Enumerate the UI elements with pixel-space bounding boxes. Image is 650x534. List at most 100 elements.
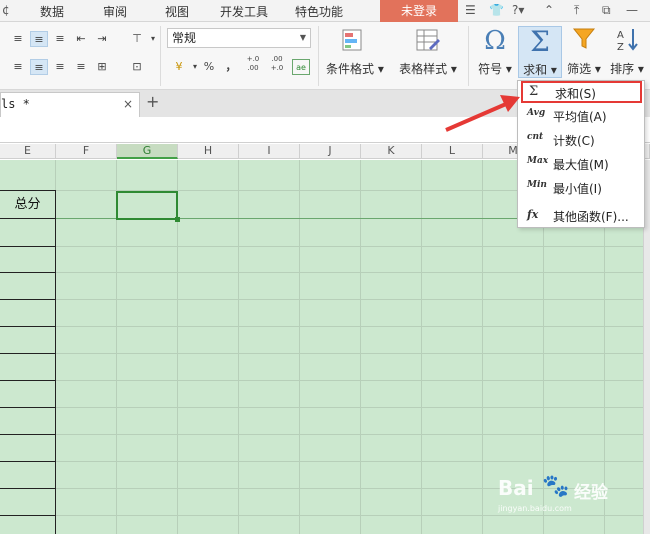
align-left-icon[interactable]: ≡ xyxy=(9,59,27,75)
grid-row-line xyxy=(0,272,650,273)
menu-review[interactable]: 审阅 xyxy=(103,3,127,20)
align-center-icon[interactable]: ≡ xyxy=(30,59,48,75)
active-cell-g[interactable] xyxy=(116,191,180,222)
menu-view[interactable]: 视图 xyxy=(165,3,189,20)
table-row-border xyxy=(0,407,56,408)
grid-row-line xyxy=(0,326,650,327)
menu-item-average[interactable]: Avg 平均值(A) xyxy=(521,105,642,127)
conditional-format-button[interactable]: 条件格式 ▾ xyxy=(326,28,384,77)
grid-row-line xyxy=(0,407,650,408)
upload-icon[interactable]: ⤒ xyxy=(574,3,579,18)
menu-item-label: 其他函数(F)... xyxy=(553,210,629,224)
increase-decimal-button[interactable]: +.0 .00 xyxy=(242,55,264,75)
omega-icon: Ω xyxy=(484,26,506,56)
sum-label: 求和 xyxy=(523,63,548,77)
grid-row-line xyxy=(0,353,650,354)
menu-overflow-icon[interactable]: ¢ xyxy=(2,3,10,17)
fx-icon: fx xyxy=(527,208,539,221)
separator xyxy=(160,26,161,86)
distribute-icon[interactable]: ⊞ xyxy=(93,59,111,75)
funnel-icon xyxy=(564,26,604,56)
watermark-url: jingyan.baidu.com xyxy=(498,504,572,513)
number-format-value: 常规 xyxy=(172,31,197,45)
table-style-icon xyxy=(398,28,458,58)
menu-developer[interactable]: 开发工具 xyxy=(220,3,268,20)
svg-text:Z: Z xyxy=(617,42,624,52)
column-header-g[interactable]: G xyxy=(117,144,178,159)
align-bottom-icon[interactable]: ≡ xyxy=(51,31,69,47)
menu-item-min[interactable]: Min 最小值(I) xyxy=(521,177,642,199)
add-tab-button[interactable]: + xyxy=(146,92,159,111)
table-row-border xyxy=(0,326,56,327)
avg-icon: Avg xyxy=(527,108,546,118)
menu-item-label: 最大值(M) xyxy=(553,158,609,172)
shirt-icon[interactable]: 👕 xyxy=(489,3,504,17)
minimize-ribbon-icon[interactable]: ⌃ xyxy=(544,3,554,17)
symbol-button[interactable]: Ω 符号 ▾ xyxy=(474,26,516,77)
align-right-icon[interactable]: ≡ xyxy=(51,59,69,75)
watermark-brand: Bai xyxy=(498,476,534,500)
count-icon: cnt xyxy=(527,132,544,142)
column-header-h[interactable]: H xyxy=(178,144,239,159)
skin-icon[interactable]: ☰ xyxy=(465,3,476,17)
column-header-f[interactable]: F xyxy=(56,144,117,159)
help-icon[interactable]: ?▾ xyxy=(512,3,524,17)
cell-e-total[interactable]: 总分 xyxy=(0,191,55,218)
separator xyxy=(468,26,469,86)
menu-bar: ¢ 数据 审阅 视图 开发工具 特色功能 未登录 ☰ 👕 ?▾ ⌃ ⤒ ⧉ — xyxy=(0,0,650,22)
table-row-border xyxy=(0,515,56,516)
table-row-border xyxy=(0,299,56,300)
table-row-border xyxy=(0,272,56,273)
menu-item-count[interactable]: cnt 计数(C) xyxy=(521,129,642,151)
table-row-border xyxy=(0,218,56,219)
column-header-i[interactable]: I xyxy=(239,144,300,159)
window-minimize-icon[interactable]: — xyxy=(626,3,638,17)
grid-row-line xyxy=(0,246,650,247)
percent-button[interactable]: % xyxy=(200,59,218,75)
decrease-decimal-button[interactable]: .00 +.0 xyxy=(266,55,288,75)
sort-button[interactable]: AZ 排序 ▾ xyxy=(606,26,648,77)
paw-icon: 🐾 xyxy=(542,474,570,499)
column-header-k[interactable]: K xyxy=(361,144,422,159)
merge-cells-icon[interactable]: ⊡ xyxy=(128,59,146,75)
table-style-button[interactable]: 表格样式 ▾ xyxy=(398,28,458,77)
baidu-watermark: Bai 🐾 经验 jingyan.baidu.com xyxy=(498,470,638,530)
max-icon: Max xyxy=(527,156,549,166)
indent-increase-icon[interactable]: ⇥ xyxy=(93,31,111,47)
close-icon[interactable]: × xyxy=(123,93,133,116)
grid-row-line xyxy=(0,380,650,381)
menu-item-sum[interactable]: Σ 求和(S) xyxy=(521,81,642,103)
filter-button[interactable]: 筛选 ▾ xyxy=(564,26,604,77)
menu-item-max[interactable]: Max 最大值(M) xyxy=(521,153,642,175)
indent-decrease-icon[interactable]: ⇤ xyxy=(72,31,90,47)
document-tab[interactable]: ls * × xyxy=(0,92,140,117)
sum-dropdown-menu: Σ 求和(S) Avg 平均值(A) cnt 计数(C) Max 最大值(M) … xyxy=(517,80,645,228)
table-row-border xyxy=(0,434,56,435)
column-header-l[interactable]: L xyxy=(422,144,483,159)
column-header-j[interactable]: J xyxy=(300,144,361,159)
min-icon: Min xyxy=(527,180,547,190)
sort-az-icon: AZ xyxy=(606,26,648,56)
table-style-label: 表格样式 xyxy=(399,62,448,76)
convert-number-icon[interactable]: ae xyxy=(292,59,310,75)
sum-button[interactable]: Σ 求和 ▾ xyxy=(518,26,562,78)
align-middle-icon[interactable]: ≡ xyxy=(30,31,48,47)
comma-button[interactable]: ， xyxy=(222,59,240,75)
menu-item-other-functions[interactable]: fx 其他函数(F)... xyxy=(521,205,642,227)
number-format-select[interactable]: 常规 ▼ xyxy=(167,28,311,48)
grid-row-line xyxy=(0,461,650,462)
sort-label: 排序 xyxy=(610,62,635,76)
watermark-cn: 经验 xyxy=(574,483,608,503)
column-header-e[interactable]: E xyxy=(0,144,56,159)
grid-row-line xyxy=(0,299,650,300)
menu-item-label: 平均值(A) xyxy=(553,110,607,124)
chevron-down-icon: ▼ xyxy=(299,33,306,42)
login-button[interactable]: 未登录 xyxy=(380,0,458,22)
menu-data[interactable]: 数据 xyxy=(40,3,64,20)
restore-icon[interactable]: ⧉ xyxy=(602,3,611,18)
svg-text:A: A xyxy=(617,30,624,41)
align-top-icon[interactable]: ≡ xyxy=(9,31,27,47)
filter-label: 筛选 xyxy=(567,62,592,76)
menu-special[interactable]: 特色功能 xyxy=(295,3,343,20)
justify-icon[interactable]: ≡ xyxy=(72,59,90,75)
